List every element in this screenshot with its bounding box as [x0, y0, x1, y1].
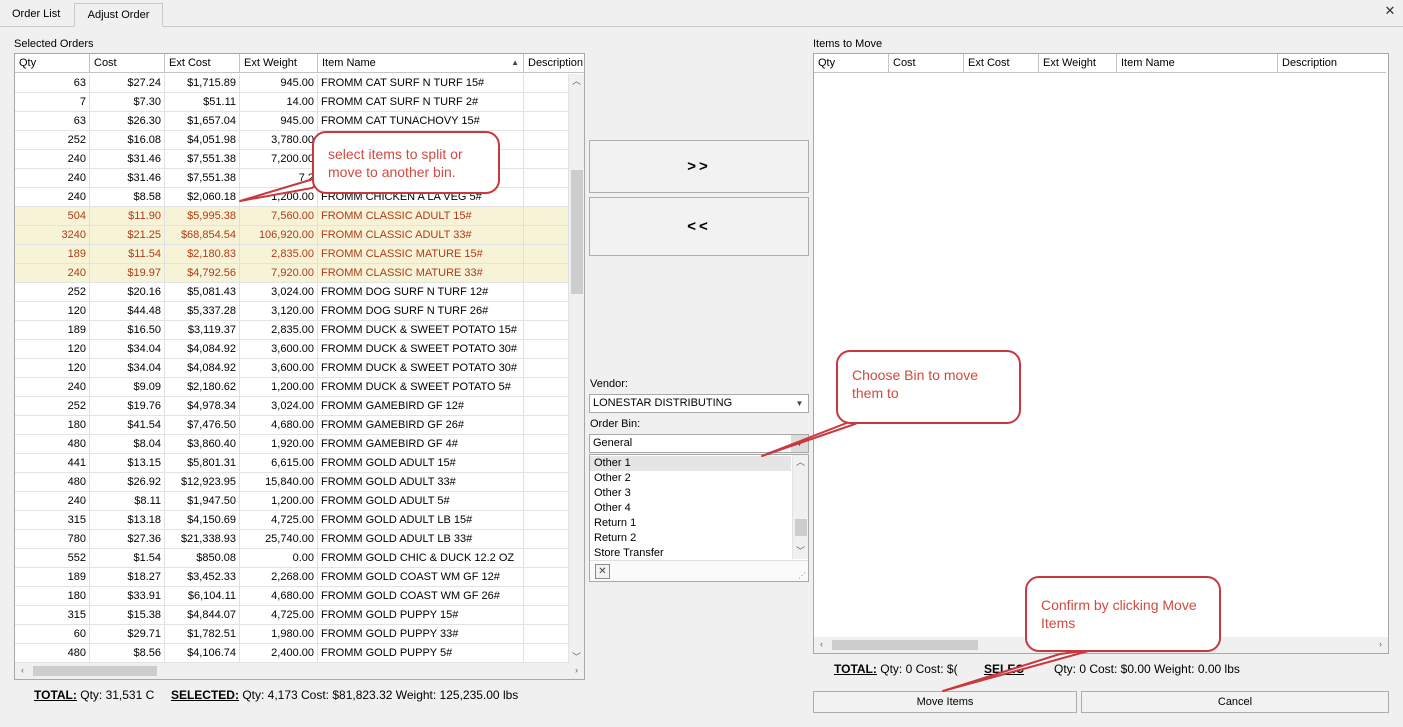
callout-choose-bin: Choose Bin to move them to: [836, 350, 1021, 424]
callout-pointer-confirm: [942, 649, 1093, 692]
callout-confirm: Confirm by clicking Move Items: [1025, 576, 1221, 652]
callout-select-items: select items to split or move to another…: [312, 131, 500, 194]
